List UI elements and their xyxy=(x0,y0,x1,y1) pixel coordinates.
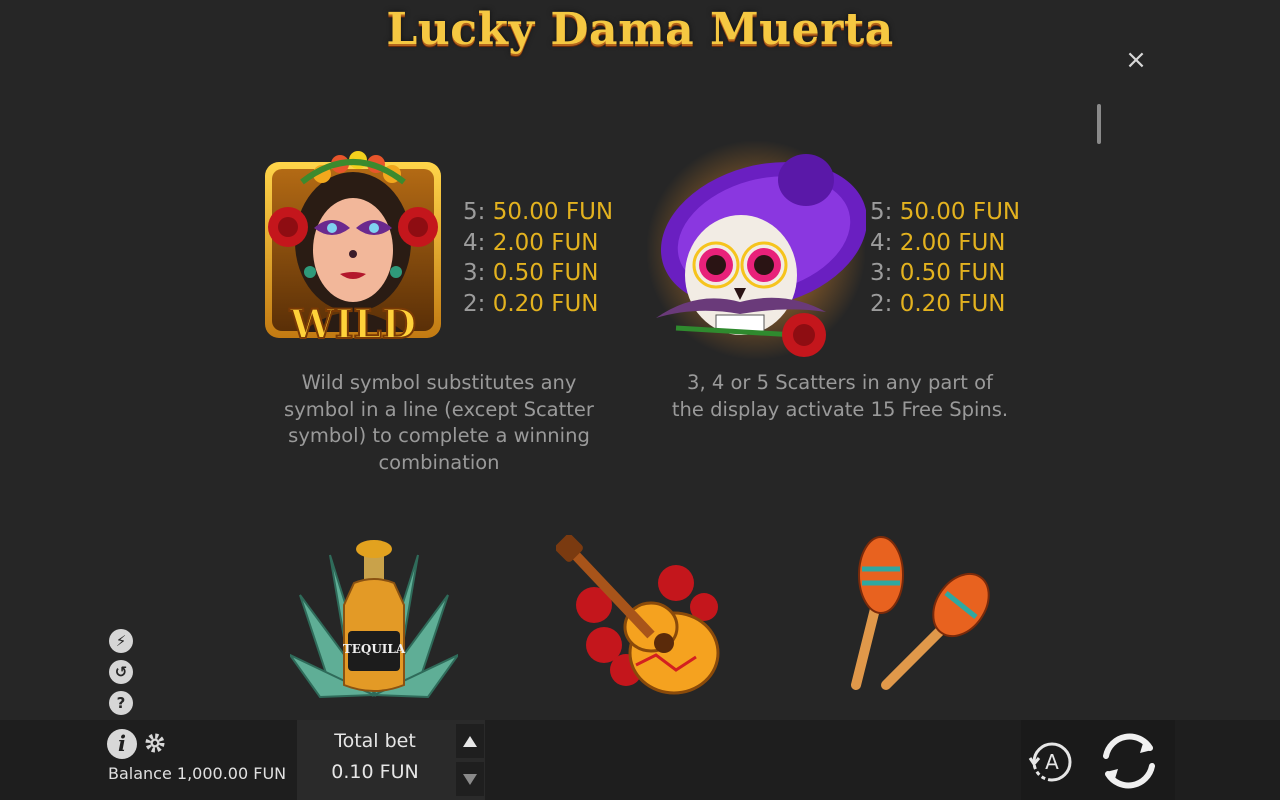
wild-label: WILD xyxy=(289,301,416,342)
paytable-screen: Lucky Dama Muerta × WILD 5: 50.00 FUN 4:… xyxy=(0,0,1280,800)
arrow-up-icon xyxy=(463,736,477,747)
wild-paytable: 5: 50.00 FUN 4: 2.00 FUN 3: 0.50 FUN 2: … xyxy=(463,197,613,320)
info-icon[interactable]: i xyxy=(107,729,137,759)
wild-description: Wild symbol substitutes any symbol in a … xyxy=(284,371,594,475)
scrollbar-thumb[interactable] xyxy=(1097,104,1101,144)
close-icon[interactable]: × xyxy=(1122,46,1150,74)
bet-increase-button[interactable] xyxy=(456,724,484,758)
pay-row: 4: 2.00 FUN xyxy=(463,229,599,256)
scatter-skull-icon xyxy=(646,140,866,360)
scatter-description: 3, 4 or 5 Scatters in any part of the di… xyxy=(671,371,1009,421)
game-logo: Lucky Dama Muerta xyxy=(386,4,894,55)
scatter-paytable: 5: 50.00 FUN 4: 2.00 FUN 3: 0.50 FUN 2: … xyxy=(870,197,1020,320)
arrow-down-icon xyxy=(463,774,477,785)
pay-row: 4: 2.00 FUN xyxy=(870,229,1006,256)
history-icon[interactable]: ↺ xyxy=(109,660,133,684)
maracas-icon xyxy=(851,536,990,690)
pay-row: 2: 0.20 FUN xyxy=(870,291,1006,318)
total-bet-value: 0.10 FUN xyxy=(331,761,419,783)
pay-row: 2: 0.20 FUN xyxy=(463,291,599,318)
wild-symbol-icon: WILD xyxy=(265,151,441,342)
balance-display: Balance 1,000.00 FUN xyxy=(108,764,287,783)
total-bet-label: Total bet xyxy=(334,730,416,752)
tequila-label: TEQUILA xyxy=(343,642,406,656)
gear-icon[interactable] xyxy=(143,731,167,755)
autoplay-button[interactable]: A xyxy=(1026,736,1078,788)
pay-row: 5: 50.00 FUN xyxy=(463,199,614,225)
spin-button[interactable] xyxy=(1094,726,1164,796)
guitar-roses-icon xyxy=(556,535,720,695)
pay-row: 3: 0.50 FUN xyxy=(870,260,1006,287)
pay-row: 3: 0.50 FUN xyxy=(463,260,599,287)
help-icon[interactable]: ? xyxy=(109,691,133,715)
turbo-spin-icon[interactable]: ⚡ xyxy=(109,629,133,653)
bet-decrease-button[interactable] xyxy=(456,762,484,796)
autoplay-label: A xyxy=(1045,750,1059,774)
tequila-bottle-icon: TEQUILA xyxy=(290,540,458,699)
pay-row: 5: 50.00 FUN xyxy=(870,199,1021,225)
